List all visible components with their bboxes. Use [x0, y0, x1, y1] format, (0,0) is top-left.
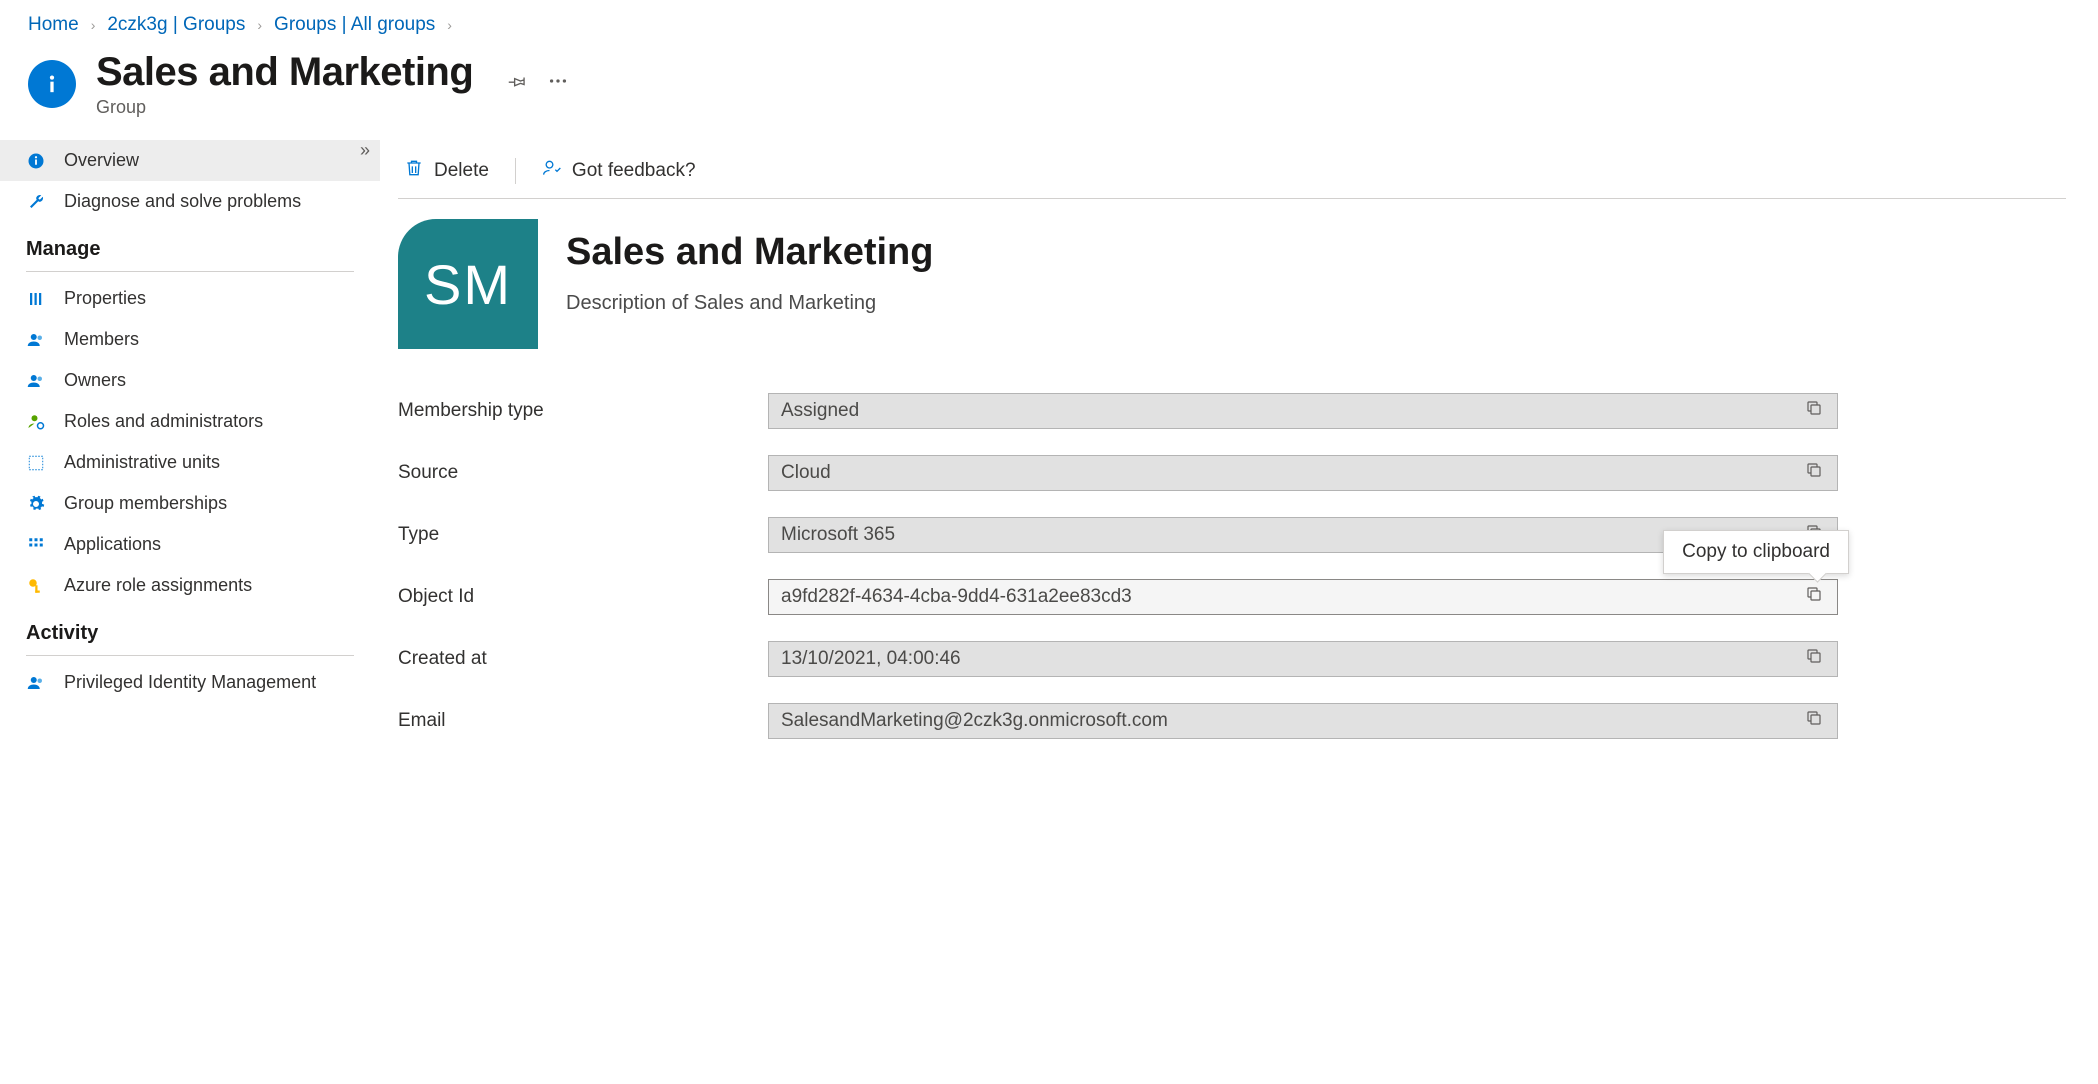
breadcrumb-link[interactable]: 2czk3g | Groups [107, 14, 245, 36]
avatar: SM [398, 219, 538, 349]
detail-field[interactable]: 13/10/2021, 04:00:46 [768, 641, 1838, 677]
sidebar-item-pim[interactable]: Privileged Identity Management [0, 662, 380, 703]
divider [398, 198, 2066, 199]
detail-row: Object Ida9fd282f-4634-4cba-9dd4-631a2ee… [398, 579, 1838, 615]
detail-value: Microsoft 365 [781, 524, 1803, 546]
detail-field[interactable]: SalesandMarketing@2czk3g.onmicrosoft.com [768, 703, 1838, 739]
sidebar-item-label: Privileged Identity Management [64, 672, 316, 693]
detail-label: Membership type [398, 400, 768, 422]
breadcrumb-link[interactable]: Home [28, 14, 79, 36]
page-title: Sales and Marketing [96, 50, 473, 95]
sidebar-item-overview[interactable]: Overview [0, 140, 380, 181]
chevron-right-icon: › [257, 17, 262, 33]
toolbar: Delete Got feedback? [398, 140, 2066, 198]
divider [26, 271, 354, 272]
detail-label: Source [398, 462, 768, 484]
detail-value: Assigned [781, 400, 1803, 422]
people-icon [26, 673, 46, 693]
sidebar-item-properties[interactable]: Properties [0, 278, 380, 319]
chevron-right-icon: › [91, 17, 96, 33]
feedback-button[interactable]: Got feedback? [536, 154, 702, 188]
chevron-right-icon: › [447, 17, 452, 33]
sidebar-item-label: Group memberships [64, 493, 227, 514]
gear-icon [26, 494, 46, 514]
sidebar-item-label: Members [64, 329, 139, 350]
tooltip: Copy to clipboard [1663, 530, 1849, 574]
feedback-label: Got feedback? [572, 160, 696, 182]
entity-name: Sales and Marketing [566, 231, 933, 274]
detail-row: Email SalesandMarketing@2czk3g.onmicrosof… [398, 703, 1838, 739]
entity-header: SM Sales and Marketing Description of Sa… [398, 219, 2066, 349]
person-gear-icon [26, 412, 46, 432]
detail-row: Source Cloud [398, 455, 1838, 491]
info-icon [26, 151, 46, 171]
copy-icon[interactable] [1803, 459, 1825, 487]
grid-dashed-icon [26, 453, 46, 473]
detail-field[interactable]: Cloud [768, 455, 1838, 491]
breadcrumb-link[interactable]: Groups | All groups [274, 14, 435, 36]
breadcrumb: Home › 2czk3g | Groups › Groups | All groups… [0, 0, 2098, 40]
people-icon [26, 371, 46, 391]
sidebar-item-label: Administrative units [64, 452, 220, 473]
sidebar-item-adminunits[interactable]: Administrative units [0, 442, 380, 483]
info-icon [28, 60, 76, 108]
avatar-initials: SM [424, 252, 512, 317]
sidebar-item-label: Applications [64, 534, 161, 555]
detail-label: Email [398, 710, 768, 732]
page-header: Sales and Marketing Group [0, 40, 2098, 140]
copy-icon[interactable] [1803, 397, 1825, 425]
copy-icon[interactable] [1803, 645, 1825, 673]
sidebar-item-groupmem[interactable]: Group memberships [0, 483, 380, 524]
pin-icon[interactable] [507, 71, 527, 97]
people-icon [26, 330, 46, 350]
sidebar-item-diagnose[interactable]: Diagnose and solve problems [0, 181, 380, 222]
sidebar-item-label: Azure role assignments [64, 575, 252, 596]
detail-row: Created at 13/10/2021, 04:00:46 [398, 641, 1838, 677]
detail-field[interactable]: a9fd282f-4634-4cba-9dd4-631a2ee83cd3Copy… [768, 579, 1838, 615]
detail-value: Cloud [781, 462, 1803, 484]
sidebar-item-label: Diagnose and solve problems [64, 191, 301, 212]
key-icon [26, 576, 46, 596]
page-subtitle: Group [96, 97, 473, 118]
grid-icon [26, 535, 46, 555]
sidebar-item-azurerole[interactable]: Azure role assignments [0, 565, 380, 606]
detail-label: Object Id [398, 586, 768, 608]
detail-value: SalesandMarketing@2czk3g.onmicrosoft.com [781, 710, 1803, 732]
detail-field[interactable]: Assigned [768, 393, 1838, 429]
delete-label: Delete [434, 160, 489, 182]
divider [515, 158, 516, 184]
detail-row: Membership type Assigned [398, 393, 1838, 429]
copy-icon[interactable] [1803, 583, 1825, 611]
wrench-icon [26, 192, 46, 212]
detail-label: Created at [398, 648, 768, 670]
bars-icon [26, 289, 46, 309]
detail-label: Type [398, 524, 768, 546]
copy-icon[interactable] [1803, 707, 1825, 735]
details-section: Membership type Assigned Source Cloud Type Mi… [398, 393, 1838, 739]
entity-description: Description of Sales and Marketing [566, 292, 933, 315]
more-icon[interactable] [547, 70, 569, 98]
collapse-sidebar-icon[interactable]: « [360, 140, 370, 161]
sidebar-section-manage: Manage [0, 222, 380, 267]
sidebar-item-label: Owners [64, 370, 126, 391]
sidebar-item-label: Roles and administrators [64, 411, 263, 432]
sidebar-item-label: Overview [64, 150, 139, 171]
divider [26, 655, 354, 656]
sidebar-item-apps[interactable]: Applications [0, 524, 380, 565]
sidebar: « Overview Diagnose and solve problems Ma… [0, 140, 380, 739]
feedback-icon [542, 158, 562, 184]
delete-button[interactable]: Delete [398, 154, 495, 188]
trash-icon [404, 158, 424, 184]
sidebar-item-members[interactable]: Members [0, 319, 380, 360]
sidebar-item-roles[interactable]: Roles and administrators [0, 401, 380, 442]
sidebar-item-label: Properties [64, 288, 146, 309]
detail-value: a9fd282f-4634-4cba-9dd4-631a2ee83cd3 [781, 586, 1803, 608]
detail-row: Type Microsoft 365 [398, 517, 1838, 553]
sidebar-section-activity: Activity [0, 606, 380, 651]
sidebar-item-owners[interactable]: Owners [0, 360, 380, 401]
main-panel: Delete Got feedback? SM Sales and Market… [380, 140, 2098, 739]
detail-value: 13/10/2021, 04:00:46 [781, 648, 1803, 670]
